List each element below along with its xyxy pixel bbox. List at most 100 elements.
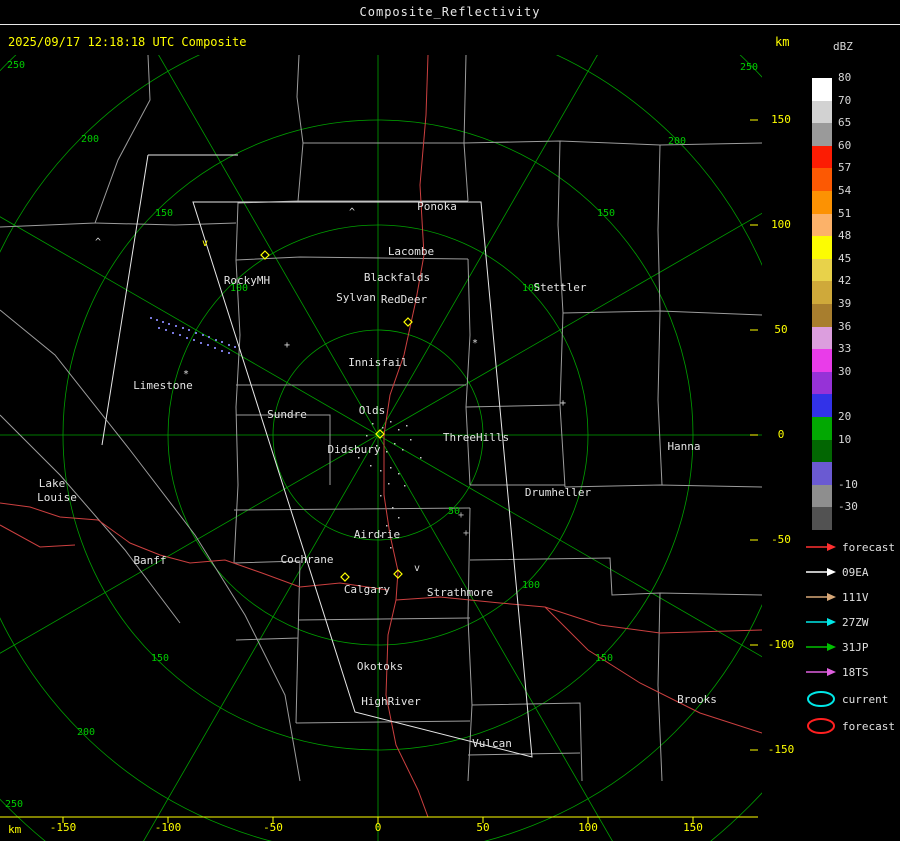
bottom-axis-value: -100	[154, 821, 182, 834]
clutter-dot	[404, 485, 406, 487]
precip-echo-dot	[228, 352, 230, 354]
reflectivity-colorbar	[812, 78, 832, 530]
legend-item-label: 31JP	[842, 640, 869, 654]
precip-echo-dot	[195, 332, 197, 334]
legend-item: 18TS	[806, 663, 869, 681]
city-label: Stettler	[534, 281, 587, 294]
ring-distance-label: 150	[597, 208, 615, 219]
county-boundary	[463, 140, 762, 146]
colorbar-value: 10	[838, 432, 852, 446]
highway-line	[0, 524, 76, 548]
city-label: Vulcan	[472, 737, 512, 750]
radar-sector-outline	[101, 154, 149, 446]
legend-item-label: forecast	[842, 540, 895, 554]
grid-radial-line	[143, 434, 379, 841]
county-boundary	[236, 414, 331, 485]
county-boundary	[657, 144, 661, 312]
clutter-dot	[372, 423, 374, 425]
colorbar-band	[812, 349, 832, 372]
clutter-dot	[394, 443, 396, 445]
colorbar-band	[812, 484, 832, 508]
city-label: Olds	[359, 404, 386, 417]
legend-item: 09EA	[806, 563, 869, 581]
bottom-axis-value: 150	[683, 821, 703, 834]
colorbar-band	[812, 123, 832, 146]
map-marker: +	[560, 398, 566, 409]
legend-arrow-icon	[806, 593, 836, 601]
ring-distance-label: 100	[522, 580, 540, 591]
legend-item: 27ZW	[806, 613, 869, 631]
colorbar-band	[812, 507, 832, 530]
clutter-dot	[386, 525, 388, 527]
range-ring	[0, 55, 762, 841]
county-boundary	[235, 200, 299, 261]
colorbar-value: 60	[838, 138, 852, 152]
clutter-dot	[390, 547, 392, 549]
legend-ellipse-icon	[807, 718, 835, 734]
precip-echo-dot	[221, 341, 223, 343]
legend-item: 111V	[806, 588, 869, 606]
city-label: Airdrie	[354, 528, 400, 541]
legend-item: forecast	[806, 717, 895, 735]
colorbar-band	[812, 326, 832, 350]
right-axis-value: -50	[771, 533, 791, 546]
clutter-dot	[402, 449, 404, 451]
legend-ellipse-icon	[807, 691, 835, 707]
precip-echo-dot	[156, 319, 158, 321]
city-label: Strathmore	[427, 586, 493, 599]
county-boundary	[562, 310, 762, 316]
colorbar-band	[812, 168, 832, 191]
legend-item-label: current	[842, 692, 889, 706]
precip-echo-dot	[158, 327, 160, 329]
precip-echo-dot	[175, 325, 177, 327]
map-marker: +	[284, 340, 290, 351]
precip-echo-dot	[188, 329, 190, 331]
highway-line	[544, 606, 762, 734]
clutter-dot	[392, 507, 394, 509]
colorbar-value: -30	[838, 500, 858, 514]
county-boundary	[94, 222, 237, 226]
city-label: ThreeHills	[443, 431, 509, 444]
city-label: Sylvan	[336, 291, 376, 304]
county-boundary	[465, 404, 561, 408]
city-label: Innisfail	[348, 356, 408, 369]
precip-echo-dot	[162, 321, 164, 323]
county-boundary	[465, 258, 471, 486]
highway-line	[0, 502, 389, 591]
city-label: Ponoka	[417, 200, 457, 213]
ring-distance-label: 150	[595, 653, 613, 664]
grid-radial-line	[0, 216, 379, 436]
county-boundary	[657, 310, 663, 486]
precip-echo-dot	[207, 344, 209, 346]
colorbar-band	[812, 281, 832, 304]
legend-arrow-icon	[806, 668, 836, 676]
city-label: Louise	[37, 491, 77, 504]
km-unit-top-right: km	[775, 35, 790, 49]
ring-distance-label: 250	[740, 62, 758, 73]
city-label: HighRiver	[361, 695, 421, 708]
colorbar-value: 51	[838, 206, 852, 220]
county-boundary	[463, 55, 469, 202]
map-marker: *	[472, 338, 478, 349]
colorbar-value: 39	[838, 297, 852, 310]
colorbar-value: 57	[838, 161, 852, 175]
precip-echo-dot	[186, 337, 188, 339]
map-marker: ^	[95, 237, 101, 248]
precip-echo-dot	[234, 346, 236, 348]
km-unit-bottom-left: km	[8, 823, 22, 836]
clutter-dot	[380, 495, 382, 497]
county-boundary	[564, 484, 762, 488]
precip-echo-dot	[179, 334, 181, 336]
colorbar-band	[812, 78, 832, 101]
precip-echo-dot	[172, 332, 174, 334]
city-label: Brooks	[677, 693, 717, 706]
colorbar-band	[812, 236, 832, 259]
colorbar-band	[812, 303, 832, 327]
city-label: RockyMH	[224, 274, 270, 287]
map-marker: v	[202, 238, 208, 249]
map-marker: ^	[349, 207, 355, 218]
city-label: Didsbury	[328, 443, 381, 456]
clutter-dot	[380, 470, 382, 472]
clutter-dot	[410, 439, 412, 441]
ring-distance-label: 50	[448, 506, 460, 517]
